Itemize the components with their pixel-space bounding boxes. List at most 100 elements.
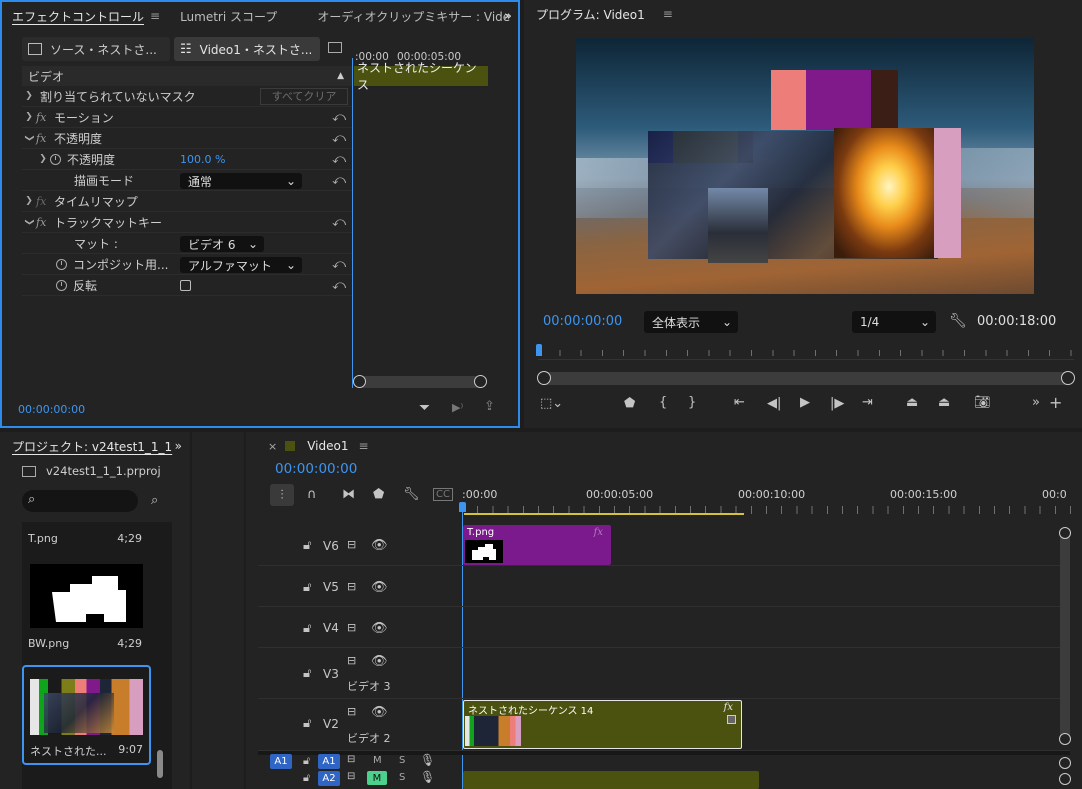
tab-effect-controls[interactable]: エフェクトコントロール ≡ [12,8,160,25]
expand-chevron-icon[interactable]: ❯ [22,112,36,122]
play-audio-icon[interactable]: ▶⁾ [452,401,463,414]
play-icon[interactable]: ▶︎ [800,395,810,410]
project-scrollbar[interactable] [157,750,163,778]
add-button-icon[interactable]: + [1049,393,1062,412]
clear-all-button[interactable]: すべてクリア [260,87,348,105]
sync-lock-icon[interactable]: ⊟ [347,754,355,765]
playhead-handle-icon[interactable] [459,502,466,512]
time-remap-row[interactable]: ❯ fx タイムリマップ [22,191,352,212]
ec-playhead[interactable] [352,58,353,388]
sync-lock-icon[interactable]: ⊟ [347,580,356,593]
timeline-ruler[interactable]: :00:00 00:00:05:00 00:00:10:00 00:00:15:… [462,486,1072,518]
a1-source-patch[interactable]: A1 [270,754,292,769]
close-icon[interactable]: × [268,440,277,453]
expand-chevron-icon[interactable]: ❯ [36,154,50,164]
export-icon[interactable]: ⇪ [484,399,495,414]
motion-row[interactable]: ❯ fx モーション ⤺ [22,107,352,128]
composite-dropdown[interactable]: アルファマット ⌄ [180,257,302,273]
lock-icon[interactable]: 🔓︎ [303,754,310,768]
program-zoom-scrollbar[interactable] [537,371,1075,385]
mute-button-active[interactable]: M [367,771,387,785]
reset-icon[interactable]: ⤺ [332,173,346,188]
lock-icon[interactable]: 🔓︎ [303,666,311,681]
timeline-vertical-scrollbar[interactable] [1059,527,1071,745]
sequence-selector[interactable]: ☷ Video1・ネストさ... [174,37,320,61]
expand-chevron-icon[interactable]: ❯ [22,196,36,206]
reset-icon[interactable]: ⤺ [332,215,346,230]
panel-menu-icon[interactable]: ≡ [663,7,673,21]
tab-lumetri-scopes[interactable]: Lumetri スコープ [180,8,277,25]
blend-mode-dropdown[interactable]: 通常 ⌄ [180,173,302,189]
source-selector[interactable]: ソース・ネストさ... [22,37,170,61]
camera-icon[interactable]: 📷︎ [974,395,991,410]
panel-menu-icon[interactable]: ≡ [150,9,160,23]
track-matte-row[interactable]: ❯ fx トラックマットキー ⤺ [22,212,352,233]
bw-thumbnail[interactable] [30,564,143,628]
sync-lock-icon[interactable]: ⊟ [347,771,355,782]
sync-lock-icon[interactable]: ⊟ [347,538,356,551]
extract-icon[interactable]: ⏏︎ [938,395,950,410]
nest-toggle-icon[interactable]: ⫶ [270,484,294,506]
a1-track-target[interactable]: A1 [318,754,340,769]
reset-icon[interactable]: ⤺ [332,152,346,167]
panel-menu-icon[interactable]: ≡ [358,439,368,453]
timeline-timecode[interactable]: 00:00:00:00 [275,461,357,477]
opacity-row[interactable]: ❯ fx 不透明度 ⤺ [22,128,352,149]
fx-icon[interactable]: fx [36,216,54,229]
filter-icon[interactable]: ⏷ [419,400,430,416]
sync-lock-icon[interactable]: ⊟ [347,621,356,634]
eye-icon[interactable]: 👁︎ [371,705,388,720]
reset-icon[interactable]: ⤺ [332,278,346,293]
program-timecode[interactable]: 00:00:00:00 [543,314,622,329]
quality-dropdown[interactable]: 1/4 ⌄ [852,311,936,333]
microphone-icon[interactable]: 🎙︎ [420,753,435,767]
find-icon[interactable]: ⌕ [151,493,158,508]
reset-icon[interactable]: ⤺ [332,110,346,125]
reset-icon[interactable]: ⤺ [332,257,346,272]
project-search-input[interactable]: ⌕ [22,490,138,512]
opacity-value[interactable]: 100.0 % [180,153,225,166]
program-video-frame[interactable] [576,38,1034,294]
microphone-icon[interactable]: 🎙︎ [420,770,435,784]
step-back-icon[interactable]: ◀︎| [767,396,781,411]
tab-timeline-video1[interactable]: Video1 ≡ [307,439,368,453]
audio-vertical-scrollbar[interactable] [1059,757,1071,789]
invert-checkbox[interactable] [180,279,191,291]
toggle-timeline-view-icon[interactable] [328,42,342,53]
collapse-chevron-icon[interactable]: ❯ [24,131,34,145]
wrench-icon[interactable]: 🔧︎ [949,313,967,329]
solo-button[interactable]: S [399,755,405,766]
fx-icon[interactable]: fx [36,132,54,145]
stopwatch-icon[interactable] [50,153,61,165]
add-marker-icon[interactable]: ⬟ [624,396,635,411]
matte-dropdown[interactable]: ビデオ 6 ⌄ [180,236,264,252]
add-marker-icon[interactable]: ⬟ [373,487,384,502]
lock-icon[interactable]: 🔓︎ [303,621,311,636]
reset-icon[interactable]: ⤺ [332,131,346,146]
lock-icon[interactable]: 🔓︎ [303,771,310,785]
lock-icon[interactable]: 🔓︎ [303,538,311,553]
overflow-tabs-icon[interactable]: » [504,9,512,24]
eye-icon[interactable]: 👁︎ [371,621,388,636]
captions-icon[interactable]: CC [433,488,453,501]
go-to-out-icon[interactable]: ⇥ [862,395,873,410]
fit-dropdown[interactable]: 全体表示 ⌄ [644,311,738,333]
mark-in-icon[interactable]: { [659,395,667,410]
ec-clip-bar[interactable]: ネストされたシーケンス [354,61,488,92]
project-item-bwpng[interactable]: BW.png 4;29 [28,637,146,653]
stopwatch-icon[interactable] [56,258,67,270]
collapse-chevron-icon[interactable]: ❯ [24,215,34,229]
lift-icon[interactable]: ⏏︎ [906,395,918,410]
tab-program[interactable]: プログラム: Video1 ≡ [536,6,673,23]
lock-icon[interactable]: 🔓︎ [303,580,311,595]
mark-out-icon[interactable]: } [688,395,696,410]
audio-clip-a2[interactable] [463,771,759,789]
sync-lock-icon[interactable]: ⊟ [347,705,356,718]
overflow-icon[interactable]: » [1032,395,1040,410]
go-to-in-icon[interactable]: ⇤ [734,395,745,410]
program-ruler[interactable] [538,342,1074,360]
sync-lock-icon[interactable]: ⊟ [347,654,356,667]
eye-icon[interactable]: 👁︎ [371,580,388,595]
expand-chevron-icon[interactable]: ❯ [22,91,36,101]
step-forward-icon[interactable]: |▶︎ [830,396,844,411]
